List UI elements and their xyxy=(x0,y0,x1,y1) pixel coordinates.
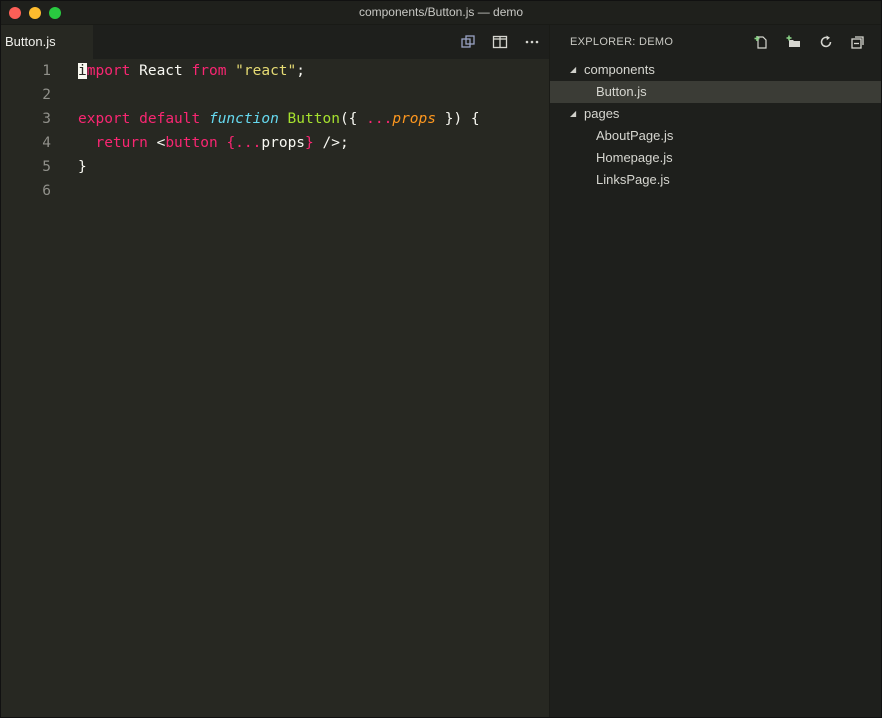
code-token: } xyxy=(305,135,314,151)
tree-item-label: LinksPage.js xyxy=(596,172,670,187)
split-editor-icon[interactable] xyxy=(491,33,509,51)
tree-file[interactable]: Button.js xyxy=(550,81,881,103)
code-token: props xyxy=(392,111,436,127)
explorer-title: EXPLORER: DEMO xyxy=(570,36,674,48)
line-number: 4 xyxy=(42,135,51,151)
code-token: ({ xyxy=(339,111,367,127)
code-token: export xyxy=(78,111,131,127)
code-line[interactable]: 1 import React from "react"; xyxy=(1,59,549,83)
code-line[interactable]: 3 export default function Button({ ...pro… xyxy=(1,107,549,131)
code-token: React xyxy=(130,63,192,79)
code-token: } xyxy=(78,159,87,175)
tree-item-label: components xyxy=(584,62,655,77)
code-token: default xyxy=(139,111,201,127)
tree-item-label: Button.js xyxy=(596,84,647,99)
editor-pane: Button.js 1 import React from "react"; 2 3 e… xyxy=(1,25,549,717)
tree-file[interactable]: AboutPage.js xyxy=(550,125,881,147)
line-text: export default function Button({ ...prop… xyxy=(78,107,480,131)
open-changes-icon[interactable] xyxy=(459,33,477,51)
line-text: return <button {...props} />; xyxy=(78,131,349,155)
code-editor[interactable]: 1 import React from "react"; 2 3 export defa… xyxy=(1,59,549,717)
new-folder-icon[interactable] xyxy=(785,33,803,51)
tree-folder[interactable]: ◢ pages xyxy=(550,103,881,125)
line-number: 2 xyxy=(42,87,51,103)
editor-window: components/Button.js — demo Button.js 1 i… xyxy=(0,0,882,718)
tree-item-label: AboutPage.js xyxy=(596,128,674,143)
window-title: components/Button.js — demo xyxy=(358,5,524,19)
code-token: ; xyxy=(296,63,305,79)
collapse-all-icon[interactable] xyxy=(849,33,867,51)
editor-actions xyxy=(459,25,541,59)
code-token: "react" xyxy=(235,63,297,79)
line-number: 5 xyxy=(42,159,51,175)
code-token: < xyxy=(147,135,166,151)
line-text: import React from "react"; xyxy=(78,59,305,83)
code-token: />; xyxy=(313,135,349,151)
line-number: 1 xyxy=(42,63,51,79)
explorer-header: EXPLORER: DEMO xyxy=(550,25,881,59)
code-token: function xyxy=(208,111,279,127)
explorer-actions xyxy=(753,25,867,59)
code-line[interactable]: 5} xyxy=(1,155,549,179)
file-tree: ◢ components Button.js ◢ pages AboutPage.js Ho… xyxy=(550,59,881,191)
editor-tab-bar: Button.js xyxy=(1,25,549,59)
code-token: ... xyxy=(366,111,393,127)
line-text: } xyxy=(78,155,87,179)
code-token: props xyxy=(261,135,306,151)
tree-file[interactable]: Homepage.js xyxy=(550,147,881,169)
tree-item-label: Homepage.js xyxy=(596,150,673,165)
code-token: from xyxy=(191,63,227,79)
expand-arrow-icon[interactable]: ◢ xyxy=(570,103,580,125)
explorer-sidebar: EXPLORER: DEMO ◢ components Button.js ◢ page… xyxy=(549,25,881,717)
code-token: }) { xyxy=(436,111,480,127)
tree-item-label: pages xyxy=(584,106,620,121)
line-number: 6 xyxy=(42,183,51,199)
refresh-icon[interactable] xyxy=(817,33,835,51)
code-line[interactable]: 4 return <button {...props} />; xyxy=(1,131,549,155)
tab-button-js[interactable]: Button.js xyxy=(1,25,93,59)
code-line[interactable]: 6 xyxy=(1,179,549,203)
title-bar: components/Button.js — demo xyxy=(1,1,881,25)
new-file-icon[interactable] xyxy=(753,33,771,51)
tree-file[interactable]: LinksPage.js xyxy=(550,169,881,191)
code-token: mport xyxy=(86,63,131,79)
line-number: 3 xyxy=(42,111,51,127)
text-cursor: i xyxy=(78,63,87,79)
code-line[interactable]: 2 xyxy=(1,83,549,107)
code-token: button xyxy=(165,135,218,151)
more-actions-icon[interactable] xyxy=(523,33,541,51)
code-token: return xyxy=(95,135,148,151)
expand-arrow-icon[interactable]: ◢ xyxy=(570,59,580,81)
tree-folder[interactable]: ◢ components xyxy=(550,59,881,81)
code-token: Button xyxy=(287,111,340,127)
code-token: {... xyxy=(226,135,262,151)
